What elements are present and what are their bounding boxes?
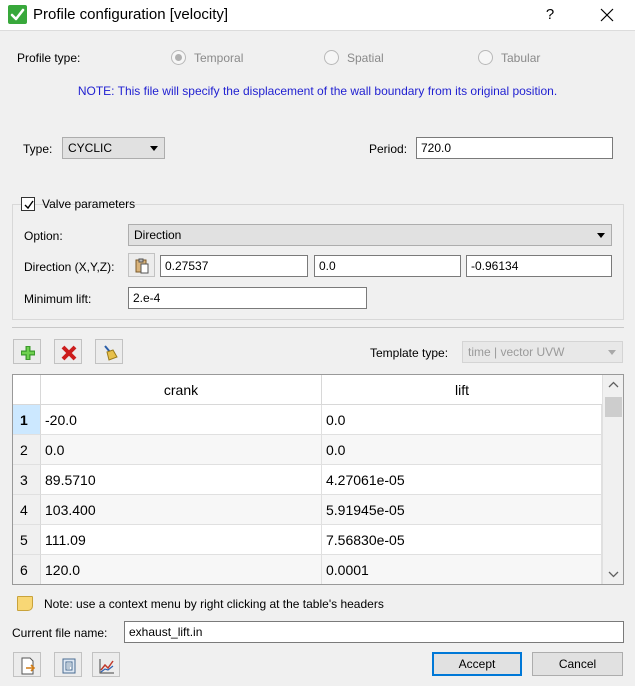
minimum-lift-label: Minimum lift: — [24, 292, 92, 306]
cell-lift[interactable]: 4.27061e-05 — [322, 465, 602, 495]
cell-crank[interactable]: 89.5710 — [41, 465, 322, 495]
type-label: Type: — [23, 142, 53, 156]
plot-button[interactable] — [92, 652, 120, 677]
table-corner[interactable] — [13, 375, 41, 405]
direction-z-input[interactable]: -0.96134 — [466, 255, 612, 277]
valve-parameters-label: Valve parameters — [42, 197, 136, 211]
window-title: Profile configuration [velocity] — [33, 6, 229, 23]
row-header[interactable]: 4 — [13, 495, 41, 525]
table-header: crank lift — [13, 375, 602, 405]
table-row[interactable]: 2 0.0 0.0 — [13, 435, 602, 465]
paste-direction-button[interactable] — [128, 253, 155, 277]
radio-temporal-label: Temporal — [194, 51, 244, 65]
row-header[interactable]: 2 — [13, 435, 41, 465]
row-header[interactable]: 5 — [13, 525, 41, 555]
accept-button[interactable]: Accept — [432, 652, 522, 676]
option-select-value: Direction — [134, 228, 182, 242]
help-button[interactable]: ? — [538, 3, 562, 27]
context-menu-note: Note: use a context menu by right clicki… — [44, 597, 384, 611]
cell-lift[interactable]: 7.56830e-05 — [322, 525, 602, 555]
profile-table[interactable]: crank lift 1 -20.0 0.0 2 0.0 0.0 3 89.57… — [12, 374, 624, 585]
chart-icon — [99, 659, 114, 674]
profile-type-label: Profile type: — [17, 51, 81, 65]
plus-icon — [21, 346, 35, 360]
cancel-button[interactable]: Cancel — [532, 652, 623, 676]
table-row[interactable]: 4 103.400 5.91945e-05 — [13, 495, 602, 525]
option-select[interactable]: Direction — [128, 224, 612, 246]
cell-lift[interactable]: 0.0 — [322, 405, 602, 435]
minimum-lift-input[interactable]: 2.e-4 — [128, 287, 367, 309]
close-button[interactable] — [594, 3, 620, 27]
cell-lift[interactable]: 0.0001 — [322, 555, 602, 584]
sticky-note-icon — [17, 596, 33, 611]
displacement-note: NOTE: This file will specify the displac… — [77, 84, 558, 98]
current-file-label: Current file name: — [12, 626, 108, 640]
cell-crank[interactable]: 120.0 — [41, 555, 322, 584]
column-header-crank[interactable]: crank — [41, 375, 322, 405]
checkmark-icon — [24, 200, 34, 210]
export-file-icon — [21, 657, 36, 675]
separator — [12, 327, 624, 328]
cell-crank[interactable]: -20.0 — [41, 405, 322, 435]
template-type-select[interactable]: time | vector UVW — [462, 341, 623, 363]
row-header[interactable]: 6 — [13, 555, 41, 584]
scroll-thumb[interactable] — [605, 397, 622, 417]
scroll-up-button[interactable] — [603, 375, 623, 395]
direction-label: Direction (X,Y,Z): — [24, 260, 115, 274]
import-file-button[interactable] — [54, 652, 82, 677]
title-bar: Profile configuration [velocity] ? — [0, 0, 635, 30]
period-input[interactable]: 720.0 — [416, 137, 613, 159]
type-select[interactable]: CYCLIC — [62, 137, 165, 159]
scroll-down-button[interactable] — [603, 564, 623, 584]
period-label: Period: — [369, 142, 408, 156]
cell-lift[interactable]: 5.91945e-05 — [322, 495, 602, 525]
radio-temporal[interactable] — [171, 50, 186, 65]
chevron-down-icon — [597, 233, 605, 238]
chevron-down-icon — [608, 571, 619, 578]
chevron-up-icon — [608, 381, 619, 388]
import-file-icon — [62, 658, 76, 674]
close-icon — [600, 8, 614, 22]
table-row[interactable]: 6 120.0 0.0001 — [13, 555, 602, 584]
broom-icon — [104, 345, 118, 361]
table-row[interactable]: 5 111.09 7.56830e-05 — [13, 525, 602, 555]
dialog-body: Profile type: Temporal Spatial Tabular N… — [0, 30, 635, 686]
cell-crank[interactable]: 0.0 — [41, 435, 322, 465]
radio-tabular[interactable] — [478, 50, 493, 65]
row-header[interactable]: 3 — [13, 465, 41, 495]
column-header-lift[interactable]: lift — [322, 375, 602, 405]
valve-parameters-checkbox[interactable] — [21, 197, 35, 211]
cell-crank[interactable]: 111.09 — [41, 525, 322, 555]
table-row[interactable]: 1 -20.0 0.0 — [13, 405, 602, 435]
type-select-value: CYCLIC — [68, 141, 113, 155]
chevron-down-icon — [608, 350, 616, 355]
table-scrollbar[interactable] — [602, 375, 623, 584]
radio-spatial[interactable] — [324, 50, 339, 65]
delete-row-button[interactable] — [54, 339, 82, 364]
red-x-icon — [61, 345, 77, 361]
add-row-button[interactable] — [13, 339, 41, 364]
clear-table-button[interactable] — [95, 339, 123, 364]
radio-spatial-label: Spatial — [347, 51, 384, 65]
clipboard-icon — [135, 258, 149, 274]
cell-lift[interactable]: 0.0 — [322, 435, 602, 465]
cell-crank[interactable]: 103.400 — [41, 495, 322, 525]
row-header[interactable]: 1 — [13, 405, 41, 435]
direction-x-input[interactable]: 0.27537 — [160, 255, 308, 277]
template-type-label: Template type: — [370, 346, 449, 360]
radio-tabular-label: Tabular — [501, 51, 541, 65]
table-row[interactable]: 3 89.5710 4.27061e-05 — [13, 465, 602, 495]
export-file-button[interactable] — [13, 652, 41, 677]
current-file-input[interactable]: exhaust_lift.in — [124, 621, 624, 643]
option-label: Option: — [24, 229, 63, 243]
template-type-value: time | vector UVW — [468, 345, 565, 359]
chevron-down-icon — [150, 146, 158, 151]
checkmark-app-icon — [8, 5, 27, 24]
direction-y-input[interactable]: 0.0 — [314, 255, 461, 277]
